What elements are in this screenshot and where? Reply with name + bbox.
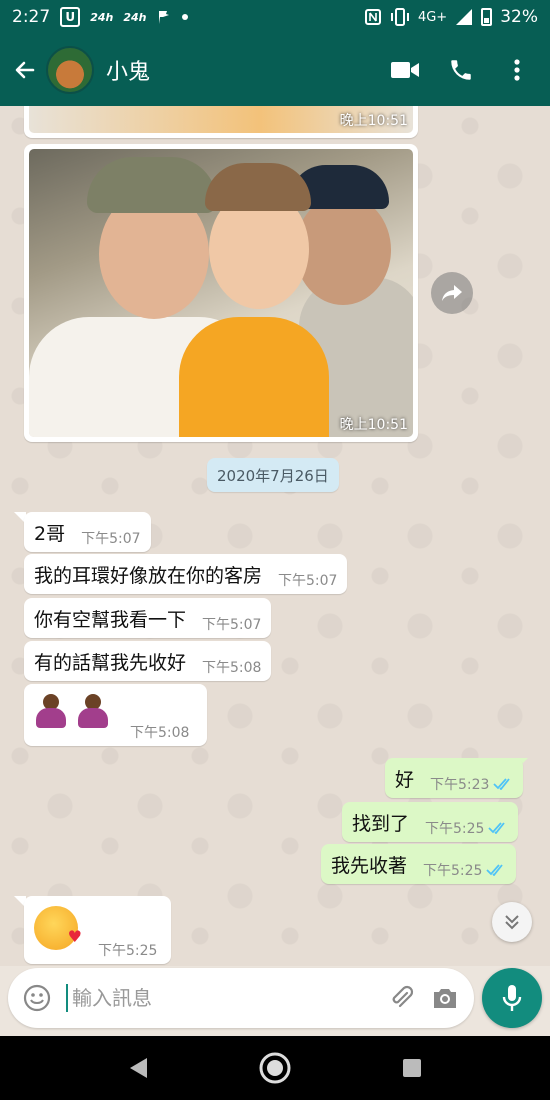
message-text: 你有空幫我看一下 [34,608,187,631]
message-time: 下午5:07 [81,531,141,547]
message-text: 2哥 [34,522,66,545]
message-text: 有的話幫我先收好 [34,651,187,674]
system-nav-bar [0,1036,550,1100]
status-bar: 2:27 U 24h 24h 4G+ 32% [0,0,550,34]
message-text: 我先收著 [331,854,408,877]
chat-area[interactable]: 晚上10:51 晚上10:51 2020年7月26日 2哥 下午5:07 我的耳… [0,106,550,966]
image-message[interactable]: 晚上10:51 [24,144,418,442]
contact-name[interactable]: 小鬼 [106,54,150,86]
message-input[interactable]: 輸入訊息 [66,984,372,1012]
chip-24h-icon: 24h [90,10,114,24]
voice-message-button[interactable] [482,968,542,1028]
emoji-icon [23,984,51,1012]
message-time: 下午5:23 [430,777,490,793]
attach-button[interactable] [386,983,416,1013]
video-call-icon [391,62,419,78]
image-message[interactable]: 晚上10:51 [24,106,418,138]
voice-call-button[interactable] [446,55,476,85]
phone-icon [451,60,471,80]
network-type: 4G+ [417,9,448,25]
more-options-button[interactable] [502,55,532,85]
nav-recents-icon [402,1059,421,1077]
kissing-face-icon: ♥ [34,906,82,950]
message-bubble[interactable]: 下午5:08 [24,684,207,746]
message-bubble[interactable]: ♥ 下午5:25 [24,896,171,964]
person-bowing-icon-2 [76,694,110,728]
read-receipt-icon [486,864,506,876]
chat-header: 小鬼 [0,34,550,106]
forward-button[interactable] [431,272,473,314]
nav-back-icon [130,1058,148,1078]
read-receipt-icon [493,778,513,790]
paperclip-icon [392,985,414,1008]
message-text: 我的耳環好像放在你的客房 [34,564,263,587]
back-button[interactable] [10,55,40,85]
battery-icon [481,8,493,26]
message-bubble[interactable]: 有的話幫我先收好 下午5:08 [24,641,272,681]
message-time: 下午5:25 [423,863,483,879]
message-bubble[interactable]: 我先收著 下午5:25 [321,844,517,884]
message-bubble[interactable]: 好 下午5:23 [385,758,524,798]
scroll-to-bottom-button[interactable] [492,902,532,942]
video-call-button[interactable] [390,55,420,85]
camera-icon [434,989,456,1008]
message-bubble[interactable]: 你有空幫我看一下 下午5:07 [24,598,272,638]
message-bubble[interactable]: 找到了 下午5:25 [342,802,519,842]
flag-icon [159,11,170,24]
message-text: 找到了 [352,812,410,835]
message-composer: 輸入訊息 [8,968,474,1028]
nav-home-icon [259,1052,291,1084]
emoji-button[interactable] [22,983,52,1013]
double-chevron-down-icon [505,915,519,930]
date-divider: 2020年7月26日 [207,458,339,492]
person-bowing-icon [34,694,68,728]
message-time: 晚上10:51 [339,113,408,129]
message-time: 晚上10:51 [339,417,408,433]
u-app-icon: U [60,7,81,27]
notification-dot-icon [182,14,189,20]
more-vert-icon [514,59,520,81]
camera-button[interactable] [430,983,460,1013]
nav-home-button[interactable] [255,1048,295,1088]
contact-avatar[interactable] [46,46,94,94]
message-text: 好 [395,768,415,791]
read-receipt-icon [488,822,508,834]
forward-icon [442,285,462,301]
message-time: 下午5:07 [278,573,338,589]
microphone-icon [502,985,522,1011]
chip-24h-icon-2: 24h [123,10,147,24]
message-time: 下午5:08 [130,725,190,741]
vibrate-icon [390,8,409,26]
signal-icon [456,9,473,25]
nav-back-button[interactable] [118,1048,158,1088]
nfc-icon [364,9,381,25]
message-time: 下午5:07 [202,617,262,633]
message-time: 下午5:25 [98,943,158,959]
message-bubble[interactable]: 2哥 下午5:07 [24,512,151,552]
message-time: 下午5:08 [202,660,262,676]
back-arrow-icon [15,61,35,79]
status-time: 2:27 [12,7,51,27]
photo[interactable] [29,149,413,437]
message-bubble[interactable]: 我的耳環好像放在你的客房 下午5:07 [24,554,348,594]
nav-recents-button[interactable] [392,1048,432,1088]
message-time: 下午5:25 [425,821,485,837]
battery-level: 32% [500,7,538,27]
